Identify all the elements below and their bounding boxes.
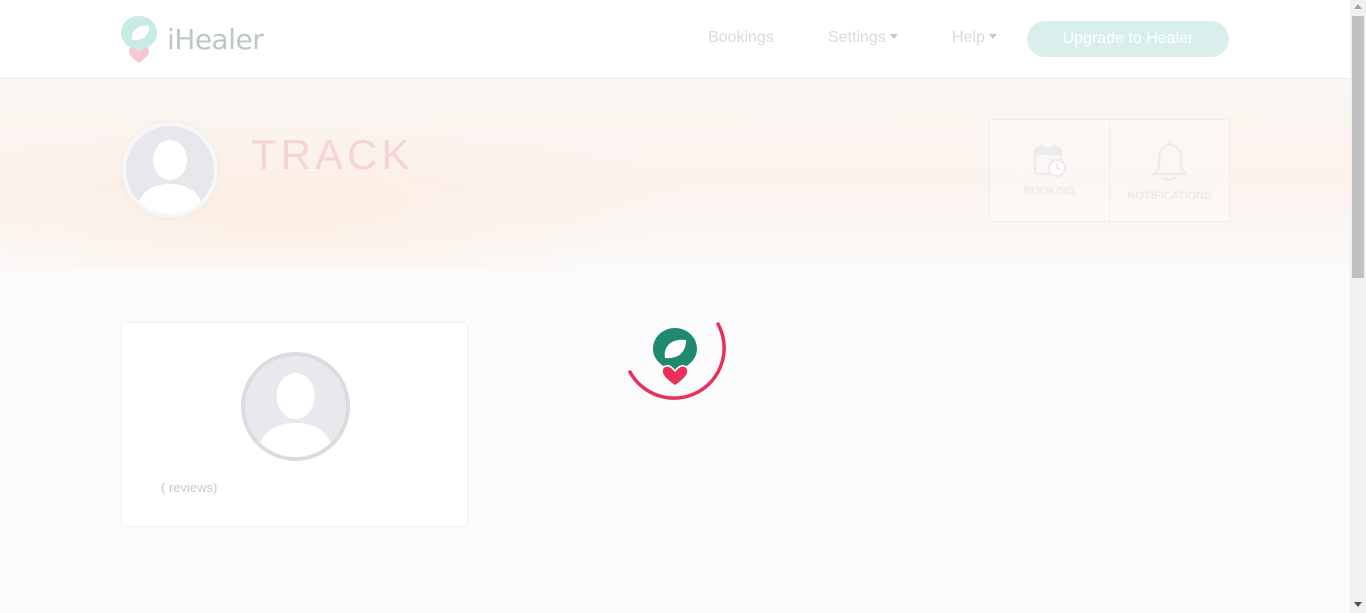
nav-settings-dropdown[interactable]: Settings [828,29,898,47]
brand-name: iHealer [167,22,264,56]
nav-help-dropdown[interactable]: Help [952,29,997,47]
scroll-up-arrow-icon[interactable] [1354,4,1362,9]
notifications-label: NOTIFICATIONS [1127,190,1212,202]
booking-quick-link[interactable]: BOOKING [989,119,1110,222]
ihealer-logo-icon [653,328,697,387]
loading-spinner [628,322,726,400]
profile-card: ( reviews) [121,322,468,527]
calendar-clock-icon [1033,144,1066,178]
chevron-down-icon [889,34,898,39]
top-navbar: iHealer Bookings Settings Help Upgrade t… [0,0,1350,79]
user-silhouette-icon [126,126,214,214]
booking-label: BOOKING [1023,185,1076,197]
hero-banner: TRACK BOOKING NOTIFICATIONS [0,79,1350,269]
page-title: TRACK [251,131,414,178]
scrollbar-thumb[interactable] [1352,16,1364,278]
reviews-count: ( reviews) [161,480,218,495]
bell-icon [1150,142,1189,182]
nav-bookings-link[interactable]: Bookings [708,29,774,47]
chevron-down-icon [988,34,997,39]
nav-help-label: Help [952,29,985,46]
brand-link[interactable]: iHealer [119,14,264,64]
nav-settings-label: Settings [828,29,886,46]
ihealer-logo-icon [121,16,157,63]
user-silhouette-icon [245,356,346,457]
page-scrollbar[interactable] [1350,0,1366,613]
profile-avatar [241,352,350,461]
upgrade-to-healer-button[interactable]: Upgrade to Healer [1027,21,1229,57]
scroll-down-arrow-icon[interactable] [1354,602,1362,607]
user-avatar[interactable] [122,122,218,218]
notifications-quick-link[interactable]: NOTIFICATIONS [1109,119,1230,222]
